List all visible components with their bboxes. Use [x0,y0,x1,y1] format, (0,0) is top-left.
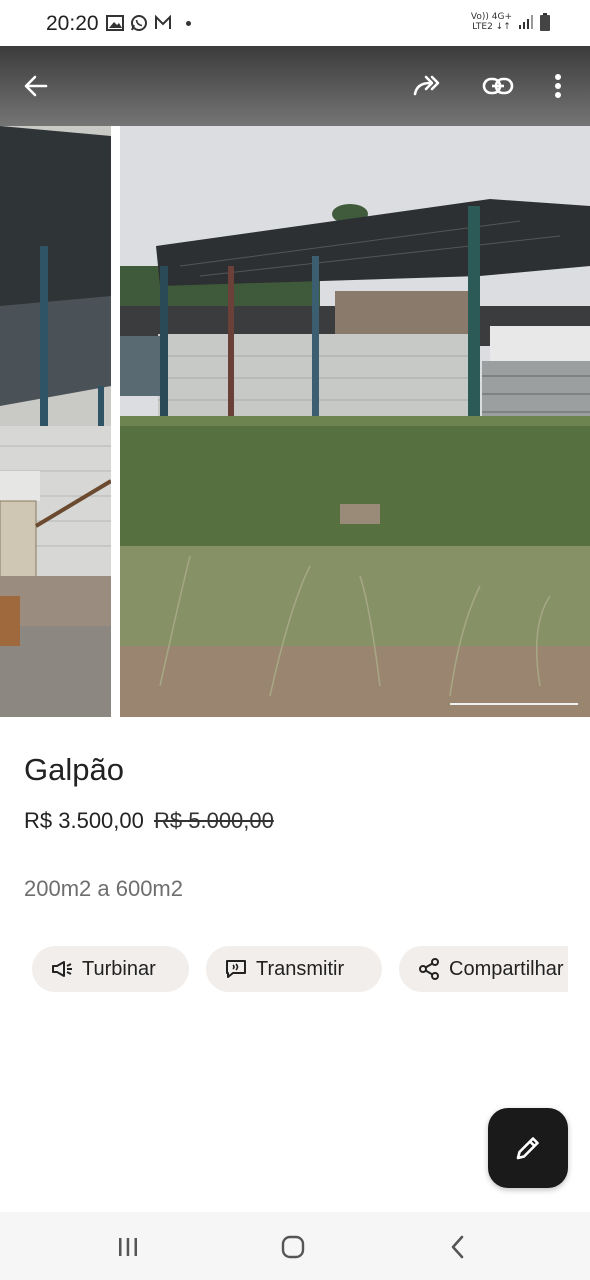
forward-share-icon [413,75,440,96]
notification-icons [106,14,191,32]
old-price: R$ 5.000,00 [154,808,274,833]
warehouse-interior-photo [0,126,111,717]
gallery-scroll-indicator [450,703,578,705]
back-button[interactable] [16,66,56,106]
share-chip[interactable]: Compartilhar [399,946,568,992]
more-vert-icon [555,74,561,98]
pencil-icon [516,1137,539,1160]
network-label: Vo)) 4G+ LTE2 ↓↑ [471,12,512,32]
whatsapp-icon [131,15,147,31]
status-time: 20:20 [46,12,99,35]
gallery-icon [106,15,124,31]
share-icon [419,958,439,980]
broadcast-chip-label: Transmitir [256,957,345,980]
network-label-top: Vo)) 4G+ [470,12,512,22]
boost-chip-label: Turbinar [82,957,156,980]
battery-icon [540,13,550,31]
photo-current[interactable] [120,126,590,717]
link-icon [482,77,514,95]
more-options-button[interactable] [538,66,578,106]
photo-gallery[interactable] [0,126,590,717]
boost-chip[interactable]: Turbinar [32,946,189,992]
price-row: R$ 3.500,00 R$ 5.000,00 [24,808,274,834]
warehouse-lot-photo [120,126,590,717]
system-nav-bar [0,1212,590,1280]
signal-icon [519,15,533,29]
current-price: R$ 3.500,00 [24,808,144,833]
system-status-icons: Vo)) 4G+ LTE2 ↓↑ [471,12,550,32]
network-label-bottom: LTE2 ↓↑ [472,22,511,32]
listing-size: 200m2 a 600m2 [24,876,183,901]
copy-link-button[interactable] [478,66,518,106]
home-button[interactable] [273,1230,313,1264]
megaphone-icon [52,961,72,977]
gmail-icon [155,14,171,29]
action-chips: Turbinar Transmitir Compartilhar [0,946,568,994]
recents-icon [119,1238,137,1256]
back-arrow-icon [24,75,48,97]
app-bar [0,46,590,126]
forward-button[interactable] [408,66,448,106]
recents-button[interactable] [108,1230,148,1264]
broadcast-chip[interactable]: Transmitir [206,946,382,992]
edit-fab[interactable] [488,1108,568,1188]
nav-back-button[interactable] [438,1230,478,1264]
broadcast-message-icon [226,960,246,978]
more-notifications-dot [186,20,191,26]
status-bar: 20:20 Vo)) 4G+ LTE2 ↓↑ [0,0,590,46]
share-chip-label: Compartilhar [449,957,564,980]
back-icon [451,1235,464,1259]
photo-previous[interactable] [0,126,111,717]
home-icon [281,1235,305,1259]
listing-title: Galpão [24,752,124,787]
